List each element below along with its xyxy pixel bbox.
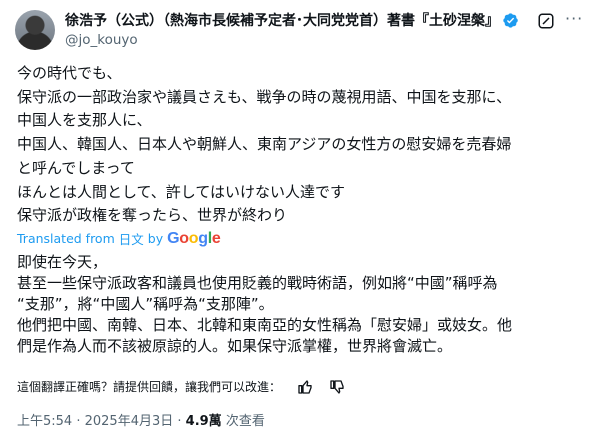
translation-line: 們是作為人而不該被原諒的人。如果保守派掌權，世界將會滅亡。 — [17, 337, 453, 355]
translation-line: 甚至一些保守派政客和議員也使用貶義的戰時術語，例如將“中國”稱呼為 — [17, 274, 498, 292]
meta-separator: · — [72, 414, 85, 429]
author-name-row: 徐浩予（公式）（熱海市長候補予定者･大同党党首）著書『土砂涅槃』 — [65, 10, 519, 30]
grok-icon[interactable] — [537, 12, 555, 30]
thumbs-up-icon[interactable] — [297, 379, 313, 395]
translated-from-by: by — [147, 231, 164, 246]
translated-from-link[interactable]: Translated from 日文 by Google — [17, 229, 225, 248]
original-line: と呼んでしまって — [17, 158, 135, 177]
author-handle[interactable]: @jo_kouyo — [65, 32, 138, 48]
post-translation-text: 即使在今天， 甚至一些保守派政客和議員也使用貶義的戰時術語，例如將“中國”稱呼為… — [17, 252, 587, 357]
post-header: 徐浩予（公式）（熱海市長候補予定者･大同党党首）著書『土砂涅槃』 @jo_kou… — [15, 8, 585, 50]
thumbs-down-icon[interactable] — [329, 379, 345, 395]
original-line: 今の時代でも、 — [17, 64, 122, 82]
avatar[interactable] — [15, 10, 55, 50]
verified-badge-icon[interactable] — [502, 12, 519, 29]
translation-feedback: 這個翻譯正確嗎？請提供回饋，讓我們可以改進： — [17, 378, 345, 395]
post-date[interactable]: 2025年4月3日 — [85, 414, 174, 429]
views-label: 次查看 — [221, 414, 265, 429]
google-logo: Google — [167, 229, 221, 247]
translated-from-language: 日文 — [118, 232, 144, 247]
feedback-question: 這個翻譯正確嗎？請提供回饋，讓我們可以改進： — [17, 380, 282, 394]
views-count: 4.9萬 — [185, 414, 222, 429]
translation-line: 即使在今天， — [17, 253, 108, 271]
original-line: 保守派が政権を奪ったら、世界が終わり — [17, 206, 288, 225]
translated-from-prefix: Translated from — [17, 231, 115, 246]
translation-line: “支那”，將“中國人”稱呼為“支那陣”。 — [17, 295, 274, 313]
translation-line: 他們把中國、南韓、日本、北韓和東南亞的女性稱為「慰安婦」或妓女。他 — [17, 316, 513, 334]
post-original-text: 今の時代でも、 保守派の一部政治家や議員さえも、戦争の時の蔑視用語、中国を支那に… — [17, 62, 587, 228]
post-meta: 上午5:54 · 2025年4月3日 · 4.9萬 次查看 — [17, 410, 265, 429]
meta-separator: · — [173, 414, 186, 429]
original-line: 保守派の一部政治家や議員さえも、戦争の時の蔑視用語、中国を支那に、 — [17, 87, 512, 106]
post-time[interactable]: 上午5:54 — [17, 414, 72, 429]
author-display-name[interactable]: 徐浩予（公式）（熱海市長候補予定者･大同党党首）著書『土砂涅槃』 — [65, 10, 499, 30]
more-horizontal-icon[interactable]: ··· — [565, 11, 585, 30]
original-line: 中国人を支那人に、 — [17, 111, 152, 130]
original-line: 中国人、韓国人、日本人や朝鮮人、東南アジアの女性方の慰安婦を売春婦 — [17, 135, 512, 154]
original-line: ほんとは人間として、許してはいけない人達です — [17, 182, 346, 201]
